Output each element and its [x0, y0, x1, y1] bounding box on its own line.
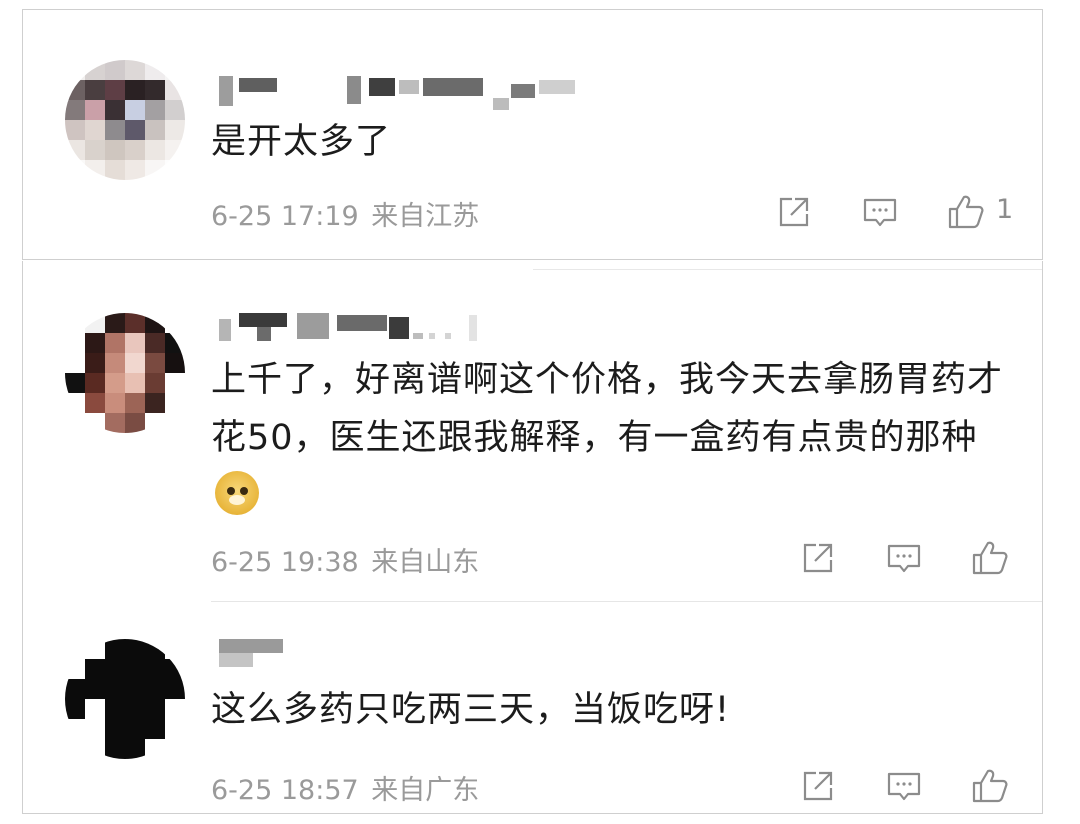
avatar[interactable]	[65, 60, 185, 180]
comment-card: 是开太多了 6-25 17:19 来自江苏 1	[22, 9, 1043, 260]
doge-emoji-icon	[215, 471, 259, 515]
comment-card: 上千了，好离谱啊这个价格，我今天去拿肠胃药才花50，医生还跟我解释，有一盒药有点…	[22, 261, 1043, 814]
comment-meta: 6-25 19:38 来自山东	[211, 540, 479, 579]
comment-actions	[732, 766, 1042, 806]
comment-text: 是开太多了	[211, 122, 392, 162]
comment-meta: 6-25 17:19 来自江苏	[211, 194, 479, 233]
like-count: 1	[996, 194, 1014, 225]
comment-actions	[732, 538, 1042, 578]
share-icon[interactable]	[798, 766, 838, 806]
comment-location: 来自江苏	[371, 201, 480, 232]
comment-time: 6-25 18:57	[211, 775, 359, 806]
comment-location: 来自广东	[371, 775, 480, 806]
comment-text: 这么多药只吃两三天，当饭吃呀!	[211, 690, 731, 730]
comment-icon[interactable]	[884, 766, 924, 806]
comment-text: 上千了，好离谱啊这个价格，我今天去拿肠胃药才花50，医生还跟我解释，有一盒药有点…	[211, 351, 1011, 525]
comment-icon[interactable]	[884, 538, 924, 578]
divider	[533, 269, 1042, 270]
comment-text-content: 上千了，好离谱啊这个价格，我今天去拿肠胃药才花50，医生还跟我解释，有一盒药有点…	[211, 360, 1004, 458]
like-icon[interactable]	[970, 538, 1010, 578]
like-icon[interactable]	[970, 766, 1010, 806]
avatar[interactable]	[65, 313, 185, 433]
like-icon[interactable]	[946, 192, 986, 232]
comment-time: 6-25 17:19	[211, 201, 359, 232]
share-icon[interactable]	[798, 538, 838, 578]
comment-meta: 6-25 18:57 来自广东	[211, 768, 479, 807]
share-icon[interactable]	[774, 192, 814, 232]
comment-time: 6-25 19:38	[211, 547, 359, 578]
divider	[211, 601, 1042, 602]
comment-actions: 1	[732, 192, 1042, 232]
avatar[interactable]	[65, 639, 185, 759]
comment-icon[interactable]	[860, 192, 900, 232]
comment-location: 来自山东	[371, 547, 480, 578]
